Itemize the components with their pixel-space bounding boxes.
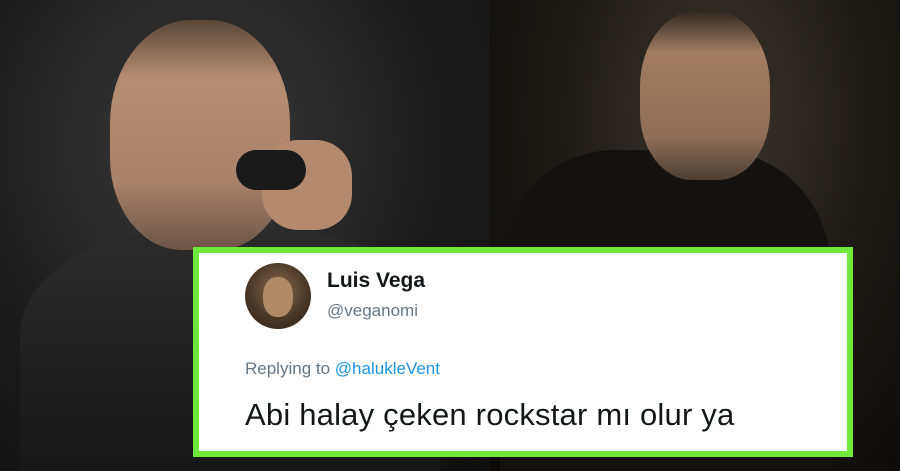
avatar[interactable] xyxy=(245,263,311,329)
replying-to: Replying to @halukleVent xyxy=(245,359,440,379)
tweet-text: Abi halay çeken rockstar mı olur ya xyxy=(245,397,735,432)
avatar-face xyxy=(263,277,293,317)
user-handle[interactable]: @veganomi xyxy=(327,301,418,321)
display-name[interactable]: Luis Vega xyxy=(327,269,425,293)
singer-face xyxy=(110,20,290,250)
tweet-card: Luis Vega @veganomi Replying to @halukle… xyxy=(193,247,853,457)
dancer-face xyxy=(640,10,770,180)
mention-link[interactable]: @halukleVent xyxy=(335,359,440,378)
meme-composite: Luis Vega @veganomi Replying to @halukle… xyxy=(0,0,900,471)
microphone-icon xyxy=(236,150,306,190)
replying-label: Replying to xyxy=(245,359,331,378)
